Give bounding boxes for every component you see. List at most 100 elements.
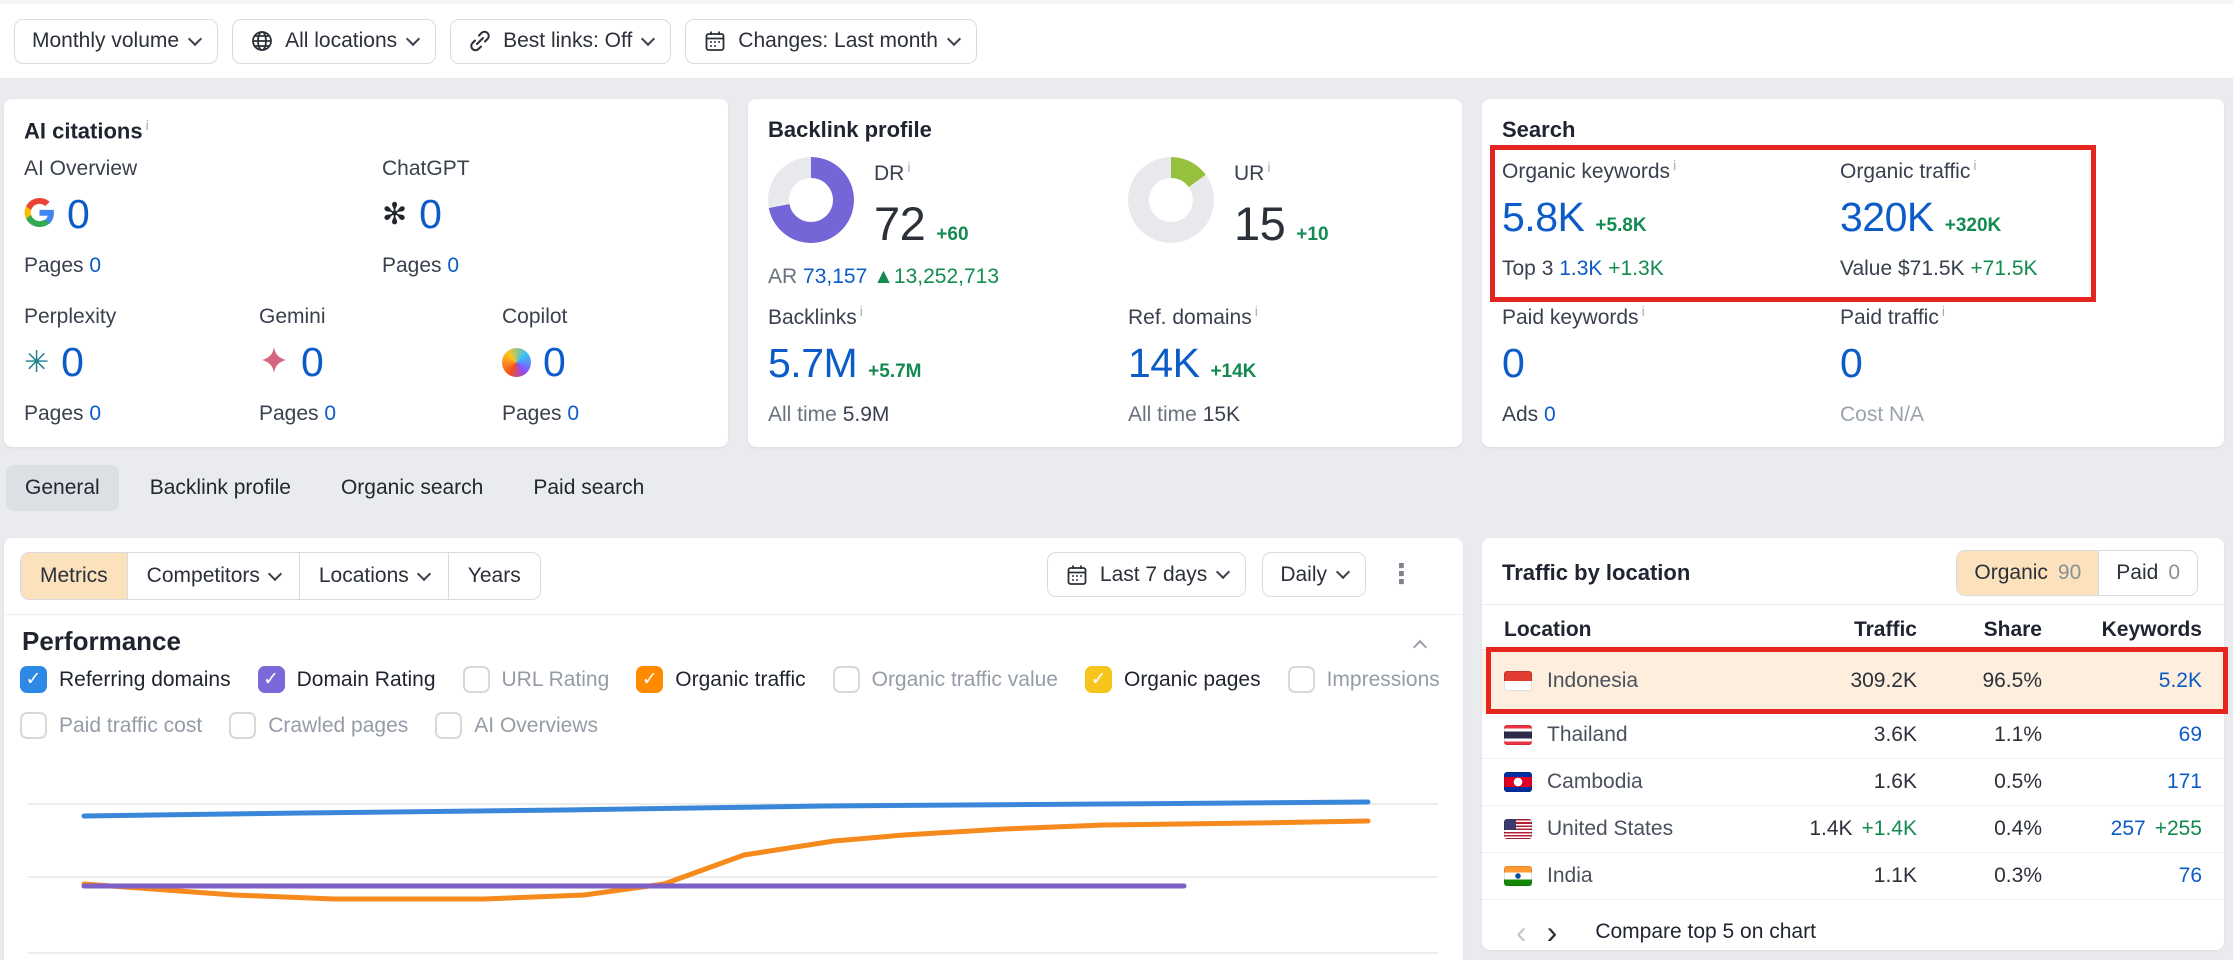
granularity-dropdown[interactable]: Daily (1262, 552, 1366, 597)
gemini-stat: Gemini 0 Pages 0 (259, 305, 336, 426)
table-row-india[interactable]: India 1.1K 0.3% 76 (1482, 853, 2224, 900)
tab-general[interactable]: General (6, 465, 119, 511)
copilot-stat: Copilot 0 Pages 0 (502, 305, 579, 426)
chatgpt-pages-link[interactable]: 0 (447, 254, 459, 277)
checkbox-crawled-pages[interactable]: Crawled pages (229, 712, 408, 739)
table-row-thailand[interactable]: Thailand 3.6K 1.1% 69 (1482, 712, 2224, 759)
checkbox-paid-traffic-cost[interactable]: Paid traffic cost (20, 712, 202, 739)
ai-citations-title: AI citationsi (24, 117, 149, 144)
section-tabs: General Backlink profile Organic search … (6, 462, 675, 514)
toggle-paid[interactable]: Paid 0 (2098, 551, 2197, 595)
collapse-chevron-icon[interactable] (1415, 636, 1425, 657)
ads-link[interactable]: 0 (1544, 403, 1556, 426)
keywords-link[interactable]: 69 (2179, 723, 2202, 746)
keywords-link[interactable]: 171 (2167, 770, 2202, 793)
compare-top5-link[interactable]: Compare top 5 on chart (1595, 920, 1816, 944)
next-page-arrow[interactable]: › (1537, 916, 1568, 948)
link-icon (468, 29, 492, 53)
best-links-dropdown[interactable]: Best links: Off (450, 19, 671, 64)
cambodia-flag-icon (1504, 772, 1532, 792)
checkbox-box[interactable]: ✓ (1085, 666, 1112, 693)
top3-link[interactable]: 1.3K (1559, 257, 1602, 280)
tab-paid-search[interactable]: Paid search (514, 465, 663, 511)
info-icon[interactable]: i (860, 303, 863, 319)
perplexity-icon: ✳ (24, 348, 49, 378)
gemini-pages-link[interactable]: 0 (324, 402, 336, 425)
checkbox-ai-overviews[interactable]: AI Overviews (435, 712, 598, 739)
checkbox-organic-traffic-value[interactable]: Organic traffic value (833, 666, 1058, 693)
checkbox-box[interactable] (435, 712, 462, 739)
segment-years[interactable]: Years (448, 553, 540, 599)
chevron-down-icon (188, 31, 202, 45)
perplexity-pages-link[interactable]: 0 (89, 402, 101, 425)
info-icon[interactable]: i (1673, 157, 1676, 173)
dr-delta: +60 (936, 224, 968, 246)
copilot-pages-link[interactable]: 0 (567, 402, 579, 425)
tab-organic-search[interactable]: Organic search (322, 465, 502, 511)
keywords-link[interactable]: 76 (2179, 864, 2202, 887)
organic-count: 90 (2058, 561, 2081, 585)
toggle-organic[interactable]: Organic 90 (1957, 551, 2098, 595)
checkbox-referring-domains[interactable]: ✓Referring domains (20, 666, 231, 693)
organic-traffic-value[interactable]: 320K (1840, 194, 1934, 241)
prev-page-arrow[interactable]: ‹ (1506, 916, 1537, 948)
divider (1482, 604, 2224, 605)
keywords-link[interactable]: 257 (2111, 817, 2146, 840)
checkbox-domain-rating[interactable]: ✓Domain Rating (258, 666, 436, 693)
ai-overview-pages-link[interactable]: 0 (89, 254, 101, 277)
checkbox-box[interactable] (1288, 666, 1315, 693)
backlinks-value[interactable]: 5.7M (768, 340, 857, 387)
checkbox-organic-pages[interactable]: ✓Organic pages (1085, 666, 1261, 693)
monthly-volume-dropdown[interactable]: Monthly volume (14, 19, 218, 64)
segment-locations[interactable]: Locations (299, 553, 448, 599)
checkbox-organic-traffic[interactable]: ✓Organic traffic (636, 666, 805, 693)
date-range-label: Last 7 days (1100, 563, 1207, 587)
ar-value-link[interactable]: 73,157 (803, 265, 867, 288)
info-icon[interactable]: i (907, 159, 910, 175)
ref-domains-stat: Ref. domainsi 14K +14K All time 15K (1128, 303, 1258, 427)
info-icon[interactable]: i (1255, 303, 1258, 319)
checkbox-box[interactable] (229, 712, 256, 739)
table-footer: ‹ › Compare top 5 on chart (1506, 916, 1816, 948)
table-row-cambodia[interactable]: Cambodia 1.6K 0.5% 171 (1482, 759, 2224, 806)
ref-domains-value[interactable]: 14K (1128, 340, 1199, 387)
segment-metrics[interactable]: Metrics (21, 553, 127, 599)
chevron-down-icon (641, 31, 655, 45)
all-locations-dropdown[interactable]: All locations (232, 19, 436, 64)
checkbox-box[interactable]: ✓ (636, 666, 663, 693)
ref-domains-alltime: 15K (1203, 403, 1240, 426)
info-icon[interactable]: i (1942, 303, 1945, 319)
changes-dropdown[interactable]: Changes: Last month (685, 19, 977, 64)
tab-backlink-profile[interactable]: Backlink profile (131, 465, 310, 511)
checkbox-box[interactable] (463, 666, 490, 693)
chevron-down-icon (947, 31, 961, 45)
info-icon[interactable]: i (146, 117, 149, 133)
info-icon[interactable]: i (1973, 157, 1976, 173)
column-location[interactable]: Location (1504, 618, 1682, 642)
info-icon[interactable]: i (1642, 303, 1645, 319)
column-traffic[interactable]: Traffic (1682, 618, 1917, 642)
kebab-menu-icon[interactable]: ⋮ (1382, 559, 1421, 590)
segment-competitors[interactable]: Competitors (127, 553, 299, 599)
date-range-dropdown[interactable]: Last 7 days (1047, 552, 1246, 597)
column-keywords[interactable]: Keywords (2042, 618, 2202, 642)
organic-keywords-value[interactable]: 5.8K (1502, 194, 1584, 241)
backlink-profile-card: Backlink profile DRi 72 +60 AR 73,157 ▲1… (748, 99, 1462, 447)
column-share[interactable]: Share (1917, 618, 2042, 642)
checkbox-impressions[interactable]: Impressions (1288, 666, 1440, 693)
checkbox-box[interactable] (833, 666, 860, 693)
checkbox-box[interactable]: ✓ (20, 666, 47, 693)
keywords-link[interactable]: 5.2K (2159, 669, 2202, 692)
traffic-by-location-title: Traffic by location (1502, 560, 1690, 586)
checkbox-box[interactable]: ✓ (258, 666, 285, 693)
checkbox-url-rating[interactable]: URL Rating (463, 666, 610, 693)
performance-line-chart[interactable] (4, 765, 1463, 960)
dr-donut-chart (768, 157, 854, 243)
dr-stat: DRi 72 +60 (874, 159, 969, 251)
table-row-united-states[interactable]: United States 1.4K+1.4K 0.4% 257+255 (1482, 806, 2224, 853)
checkbox-box[interactable] (20, 712, 47, 739)
ai-overview-value: 0 (67, 191, 90, 238)
info-icon[interactable]: i (1267, 159, 1270, 175)
cost-value: N/A (1889, 403, 1924, 426)
table-row-indonesia[interactable]: Indonesia 309.2K 96.5% 5.2K (1482, 650, 2224, 712)
